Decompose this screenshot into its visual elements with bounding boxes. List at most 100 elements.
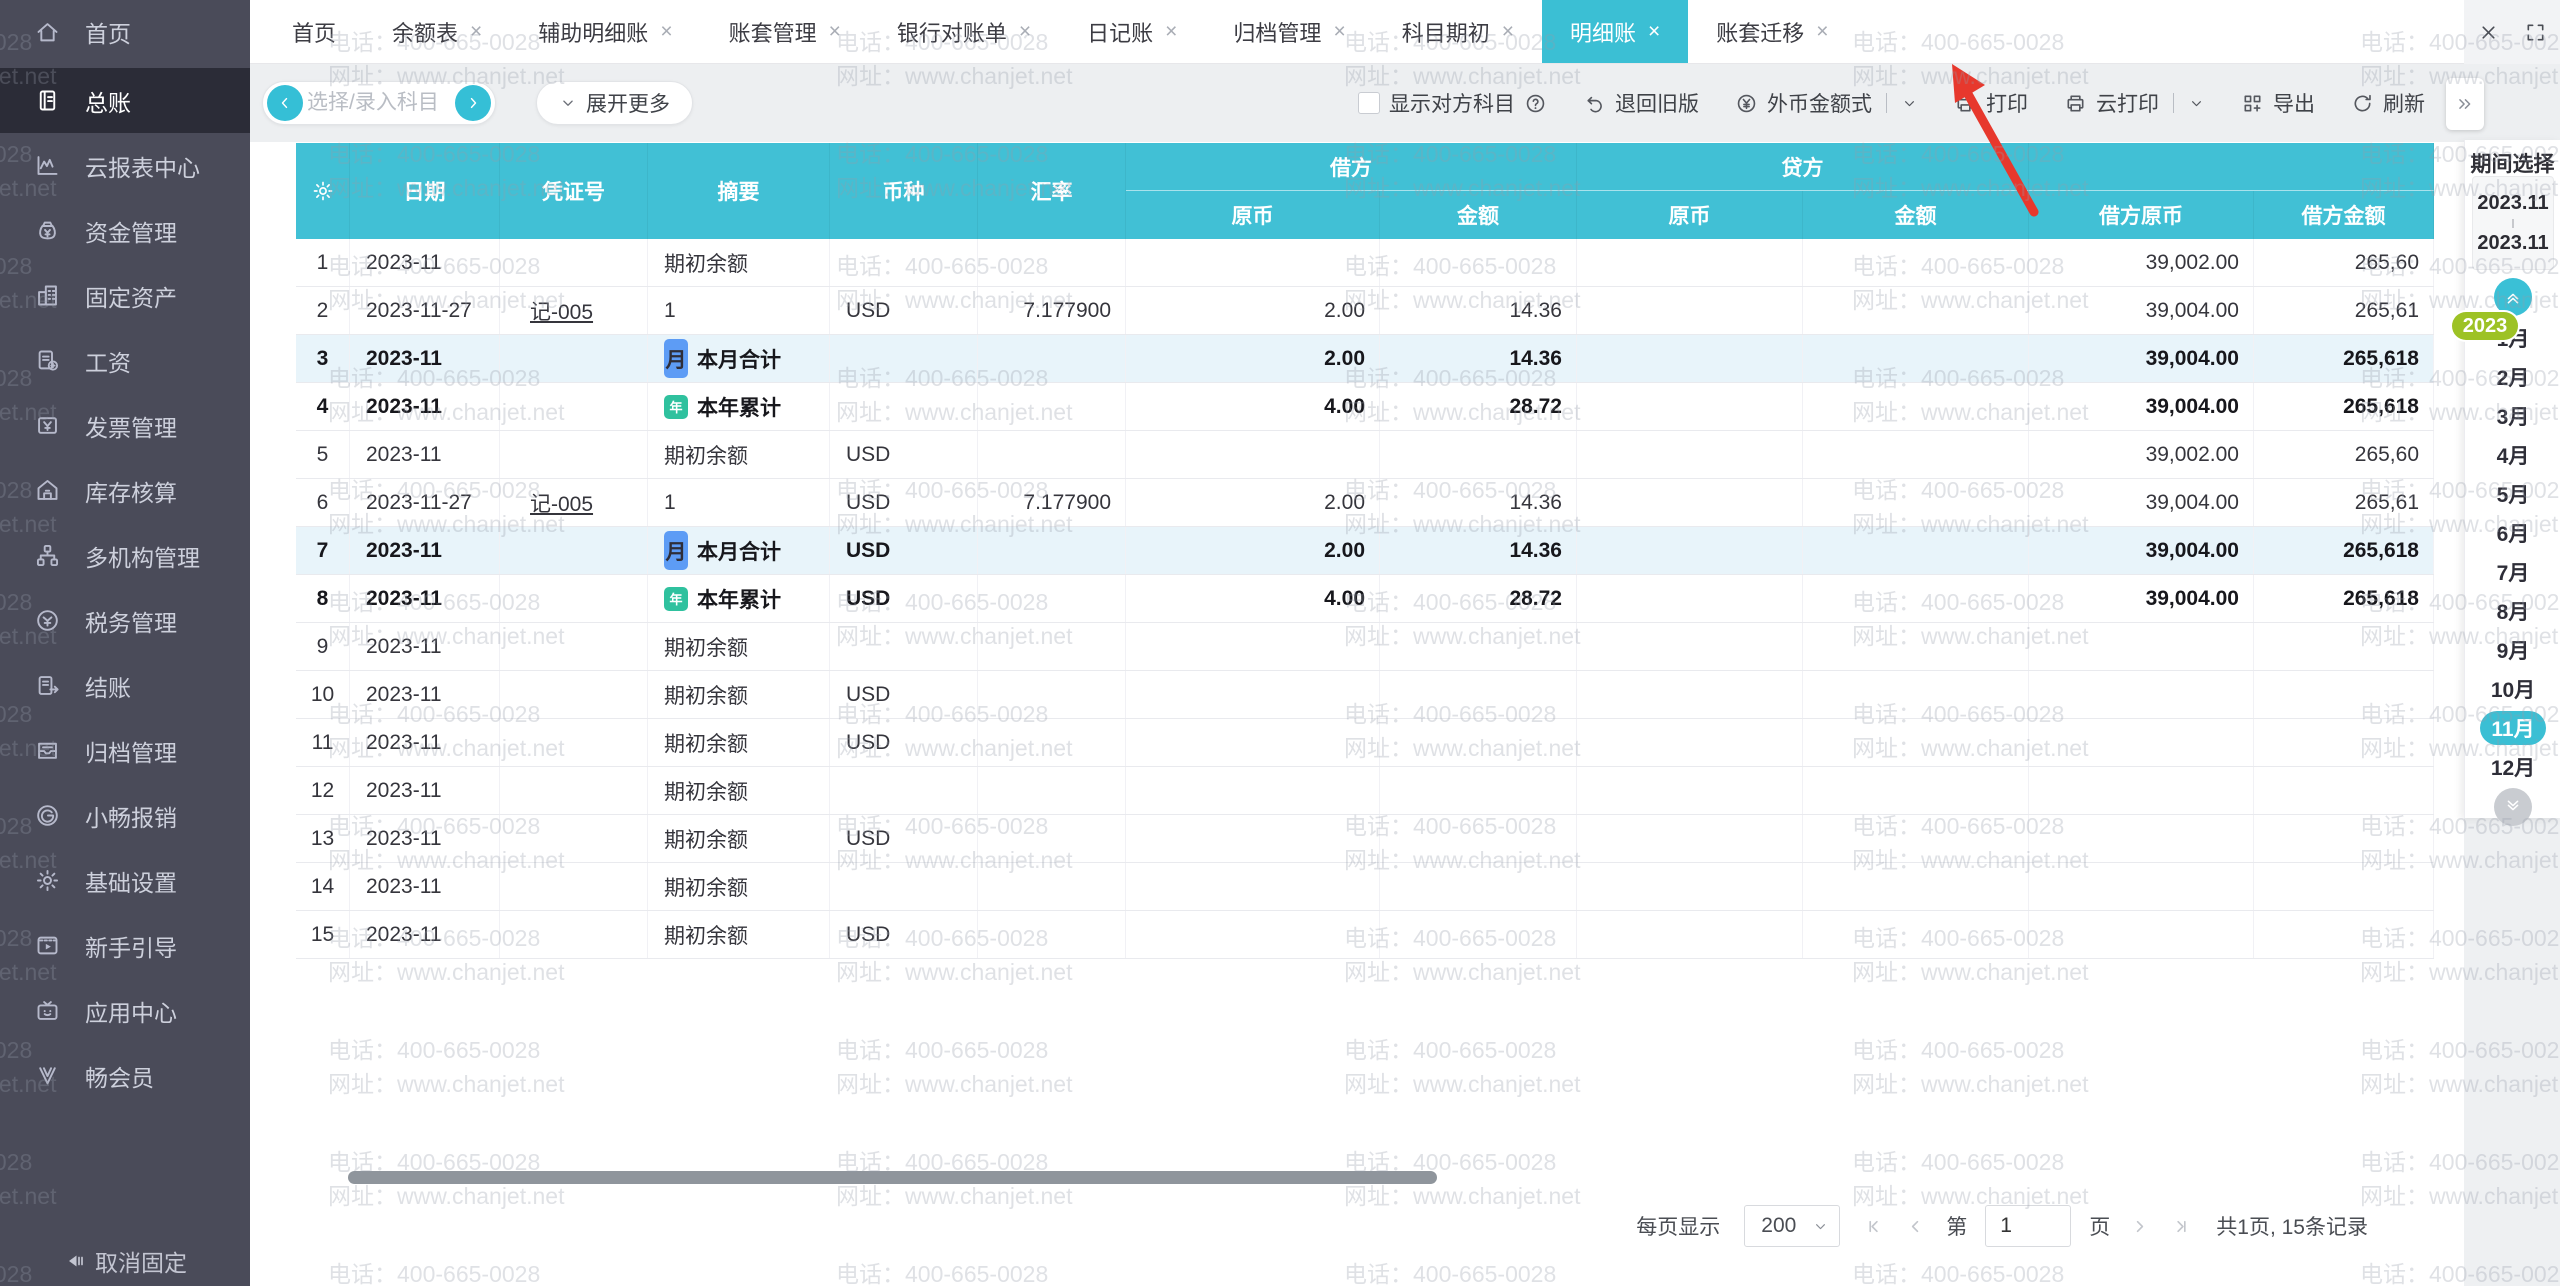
unpin-sidebar-button[interactable]: 取消固定 <box>0 1244 250 1278</box>
cell-voucher[interactable]: 记-005 <box>500 287 648 334</box>
close-icon[interactable] <box>2477 21 2500 44</box>
yen-circle-icon <box>1735 92 1758 115</box>
sidebar-item-15[interactable]: 应用中心 <box>0 978 250 1043</box>
sidebar-item-6[interactable]: 发票管理 <box>0 393 250 458</box>
expand-more-button[interactable]: 展开更多 <box>536 81 693 125</box>
tab-辅助明细账[interactable]: 辅助明细账× <box>510 0 700 63</box>
print-button[interactable]: 打印 <box>1954 88 2028 118</box>
sidebar-item-3[interactable]: 资金管理 <box>0 198 250 263</box>
help-icon[interactable] <box>1524 92 1547 115</box>
tab-close-icon[interactable]: × <box>1648 21 1660 42</box>
sidebar-item-2[interactable]: 云报表中心 <box>0 133 250 198</box>
header-subcol-3: 金额 <box>1803 191 2029 239</box>
sidebar-item-home[interactable]: 首页 <box>0 0 250 64</box>
tab-close-icon[interactable]: × <box>1165 21 1177 42</box>
month-item-11月[interactable]: 11月 <box>2465 708 2560 747</box>
tab-明细账[interactable]: 明细账× <box>1542 0 1688 63</box>
tab-close-icon[interactable]: × <box>1333 21 1345 42</box>
sidebar-item-13[interactable]: 基础设置 <box>0 848 250 913</box>
month-item-3月[interactable]: 3月 <box>2465 396 2560 435</box>
month-item-5月[interactable]: 5月 <box>2465 474 2560 513</box>
month-item-12月[interactable]: 12月 <box>2465 747 2560 786</box>
period-panel-collapse-button[interactable] <box>2446 78 2484 130</box>
cell-debit-amount-2 <box>2254 815 2434 862</box>
sidebar-item-1[interactable]: 总账 <box>0 68 250 133</box>
sidebar-item-10[interactable]: 结账 <box>0 653 250 718</box>
cell-debit-amount <box>1380 719 1577 766</box>
refresh-button[interactable]: 刷新 <box>2351 88 2425 118</box>
tab-账套迁移[interactable]: 账套迁移× <box>1688 0 1856 63</box>
per-page-select[interactable]: 200 <box>1744 1205 1840 1247</box>
tab-close-icon[interactable]: × <box>470 21 482 42</box>
export-button[interactable]: 导出 <box>2241 88 2315 118</box>
tab-余额表[interactable]: 余额表× <box>364 0 510 63</box>
period-range-box[interactable]: 2023.11 2023.11 <box>2472 176 2554 270</box>
sidebar-item-8[interactable]: 多机构管理 <box>0 523 250 588</box>
cell-voucher <box>500 431 648 478</box>
tab-科目期初[interactable]: 科目期初 × <box>1374 0 1542 63</box>
sidebar-item-7[interactable]: 库存核算 <box>0 458 250 523</box>
sidebar-item-11[interactable]: 归档管理 <box>0 718 250 783</box>
tab-银行对账单[interactable]: 银行对账单× <box>869 0 1059 63</box>
tab-归档管理[interactable]: 归档管理× <box>1205 0 1373 63</box>
next-account-button[interactable] <box>455 85 491 121</box>
month-item-2月[interactable]: 2月 <box>2465 357 2560 396</box>
cell-currency: USD <box>830 671 978 718</box>
tab-首页[interactable]: 首页 <box>264 0 364 63</box>
cell-debit-amount: 14.36 <box>1380 479 1577 526</box>
last-page-icon[interactable] <box>2169 1215 2192 1238</box>
prev-account-button[interactable] <box>267 85 303 121</box>
cell-credit-orig <box>1577 239 1803 286</box>
tab-账套管理[interactable]: 账套管理× <box>701 0 869 63</box>
page-prefix: 第 <box>1946 1211 1967 1241</box>
sidebar-item-16[interactable]: 畅会员 <box>0 1043 250 1108</box>
sidebar-item-12[interactable]: 小畅报销 <box>0 783 250 848</box>
table-row: 52023-11期初余额USD39,002.00265,60 <box>296 431 2434 479</box>
column-settings-gear-icon[interactable] <box>311 179 335 203</box>
fx-mode-button[interactable]: 外币金额式 <box>1735 88 1918 118</box>
cell-summary: 月本月合计 <box>648 335 830 382</box>
show-opposite-checkbox[interactable] <box>1358 92 1380 114</box>
scroll-months-down-button[interactable] <box>2494 788 2532 826</box>
month-item-4月[interactable]: 4月 <box>2465 435 2560 474</box>
header-subcol-4: 借方原币 <box>2029 191 2254 239</box>
prev-page-icon[interactable] <box>1905 1215 1928 1238</box>
back-old-button[interactable]: 退回旧版 <box>1583 88 1699 118</box>
month-item-6月[interactable]: 6月 <box>2465 513 2560 552</box>
sidebar-item-label: 新手引导 <box>85 929 177 963</box>
cloud-print-button[interactable]: 云打印 <box>2064 88 2205 118</box>
header-group-credit: 贷方 <box>1577 143 2029 191</box>
month-item-10月[interactable]: 10月 <box>2465 669 2560 708</box>
horizontal-scrollbar[interactable] <box>348 1171 1437 1184</box>
sidebar-item-14[interactable]: 新手引导 <box>0 913 250 978</box>
cell-voucher <box>500 239 648 286</box>
tab-close-icon[interactable]: × <box>829 21 841 42</box>
month-item-8月[interactable]: 8月 <box>2465 591 2560 630</box>
sidebar-item-4[interactable]: 固定资产 <box>0 263 250 328</box>
tab-close-icon[interactable]: × <box>1502 21 1514 42</box>
table-row: 32023-11月本月合计2.0014.3639,004.00265,618 <box>296 335 2434 383</box>
tab-close-icon[interactable]: × <box>660 21 672 42</box>
cell-debit-amount <box>1380 239 1577 286</box>
tab-label: 科目期初 <box>1402 16 1490 48</box>
page-input[interactable] <box>1985 1205 2071 1247</box>
next-page-icon[interactable] <box>2128 1215 2151 1238</box>
month-item-9月[interactable]: 9月 <box>2465 630 2560 669</box>
account-input[interactable] <box>307 91 451 115</box>
fullscreen-icon[interactable] <box>2524 21 2547 44</box>
chevron-down-icon[interactable] <box>1901 95 1918 112</box>
month-item-7月[interactable]: 7月 <box>2465 552 2560 591</box>
toolbar-actions: 显示对方科目 退回旧版 外币金额式 打印 云打印 <box>1358 64 2425 142</box>
chevron-down-icon[interactable] <box>2188 95 2205 112</box>
tab-close-icon[interactable]: × <box>1816 21 1828 42</box>
tab-日记账[interactable]: 日记账× <box>1059 0 1205 63</box>
cell-debit-orig-2: 39,002.00 <box>2029 431 2254 478</box>
first-page-icon[interactable] <box>1864 1215 1887 1238</box>
cell-voucher[interactable]: 记-005 <box>500 479 648 526</box>
tab-close-icon[interactable]: × <box>1019 21 1031 42</box>
cell-credit-amount <box>1803 671 2029 718</box>
export-label: 导出 <box>2273 88 2315 118</box>
sidebar-item-5[interactable]: 工资 <box>0 328 250 393</box>
sidebar-item-9[interactable]: 税务管理 <box>0 588 250 653</box>
scroll-months-up-button[interactable] <box>2494 278 2532 316</box>
